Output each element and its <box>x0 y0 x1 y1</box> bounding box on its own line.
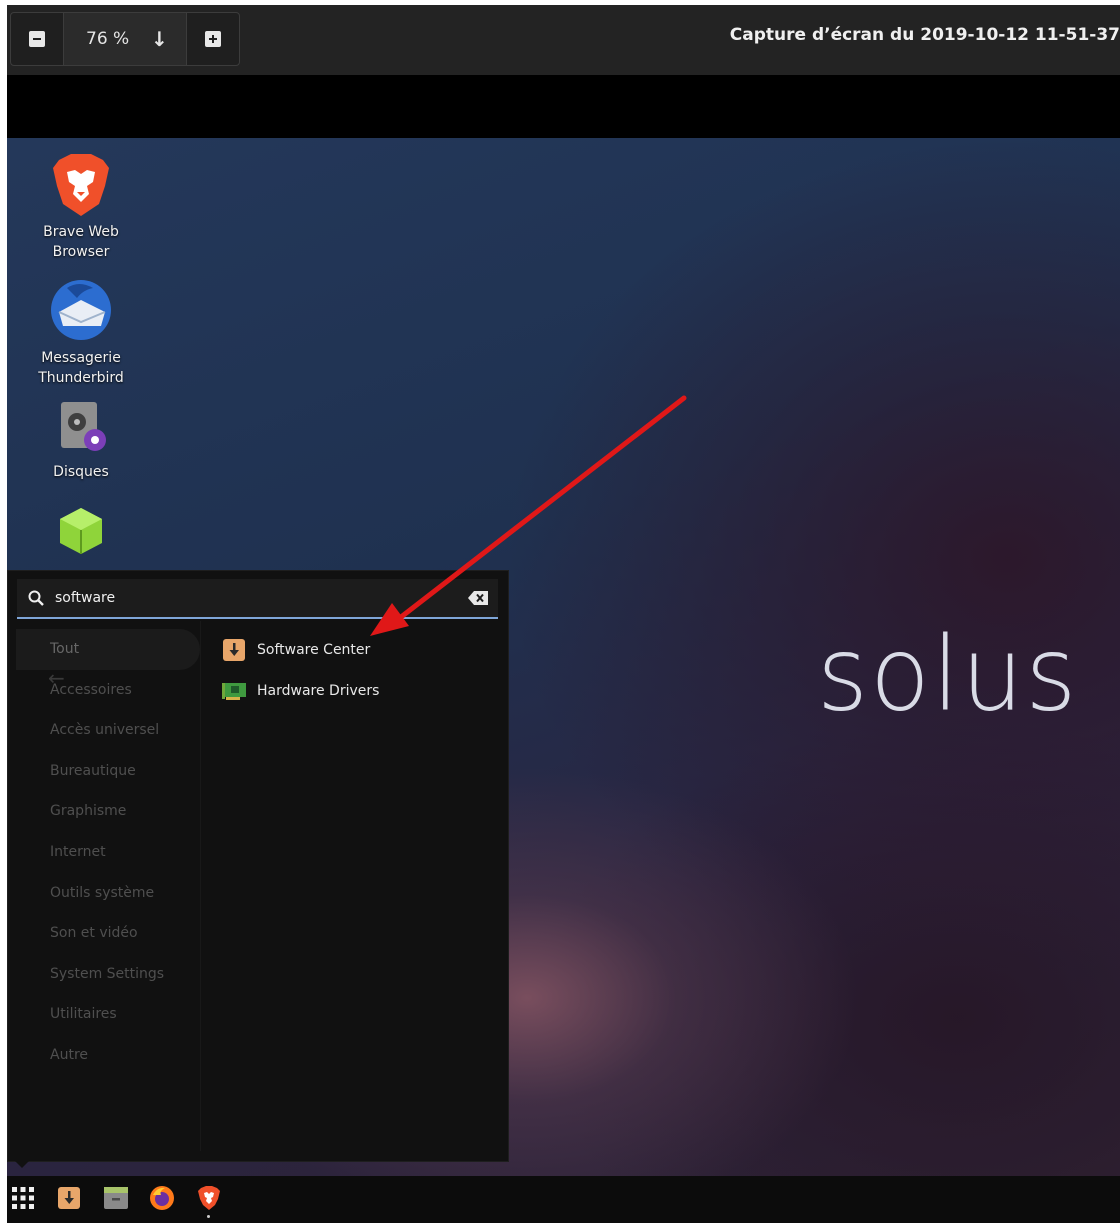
software-center-icon[interactable] <box>55 1184 83 1212</box>
brave-icon[interactable] <box>195 1184 223 1212</box>
running-indicator <box>207 1215 210 1218</box>
app-grid-icon[interactable] <box>9 1184 37 1212</box>
firefox-icon[interactable] <box>148 1184 176 1212</box>
files-icon[interactable] <box>102 1184 130 1212</box>
annotation-arrow <box>370 395 687 636</box>
taskbar <box>7 1176 1120 1223</box>
